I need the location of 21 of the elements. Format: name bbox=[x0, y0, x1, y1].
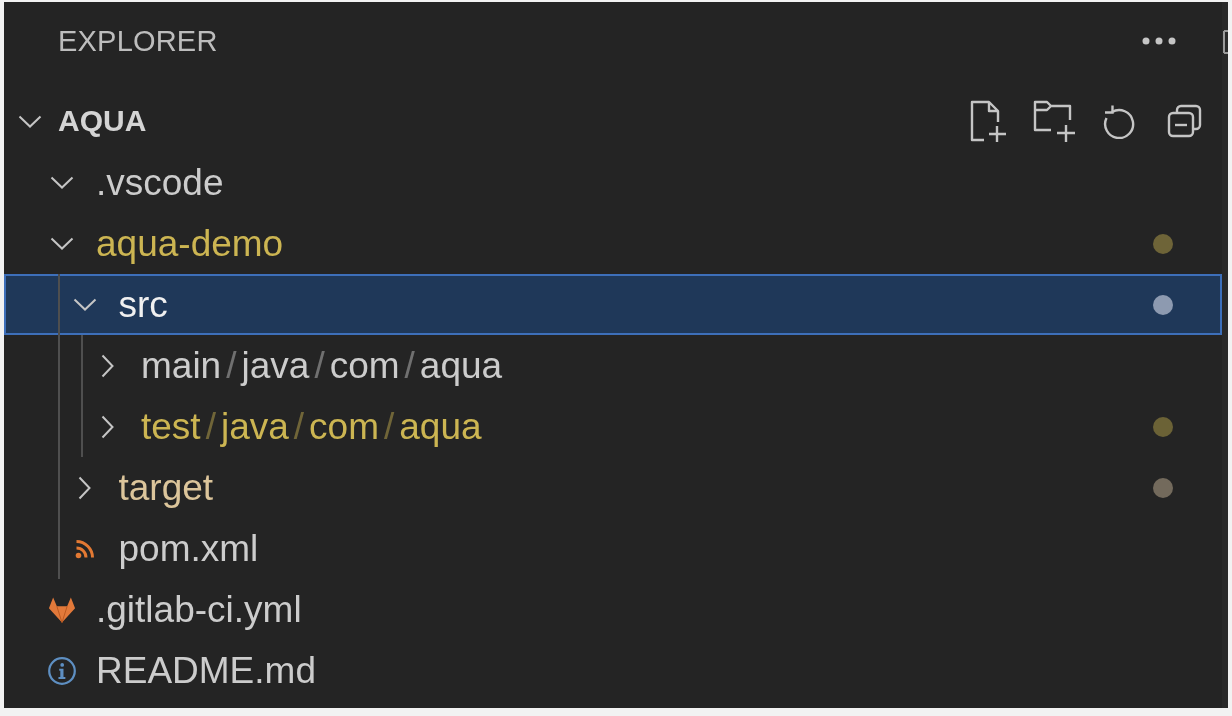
section-header[interactable]: AQUA bbox=[18, 106, 147, 136]
new-folder-button[interactable] bbox=[1032, 98, 1076, 144]
fox-icon bbox=[48, 595, 76, 624]
refresh-icon bbox=[1101, 103, 1137, 139]
tree-item[interactable]: src bbox=[4, 274, 1222, 335]
tree-item[interactable]: pom.xml bbox=[4, 518, 1222, 579]
info-icon bbox=[48, 655, 76, 686]
collapse-all-icon bbox=[1166, 104, 1202, 138]
tree-item[interactable]: .gitlab-ci.yml bbox=[4, 579, 1222, 640]
more-icon bbox=[1142, 37, 1176, 45]
new-folder-icon bbox=[1032, 99, 1076, 143]
rss-icon bbox=[74, 538, 95, 559]
tree-item[interactable]: aqua-demo bbox=[4, 213, 1222, 274]
new-file-icon bbox=[969, 99, 1009, 143]
tree-item[interactable]: .vscode bbox=[4, 152, 1222, 213]
partial-icon bbox=[1222, 30, 1228, 54]
sidebar-title: EXPLORER bbox=[58, 26, 218, 56]
tree-item[interactable]: target bbox=[4, 457, 1222, 518]
tree-item[interactable]: test/java/com/aqua bbox=[4, 396, 1222, 457]
tree-item[interactable]: main/java/com/aqua bbox=[4, 335, 1222, 396]
tree-item[interactable]: README.md bbox=[4, 640, 1222, 701]
